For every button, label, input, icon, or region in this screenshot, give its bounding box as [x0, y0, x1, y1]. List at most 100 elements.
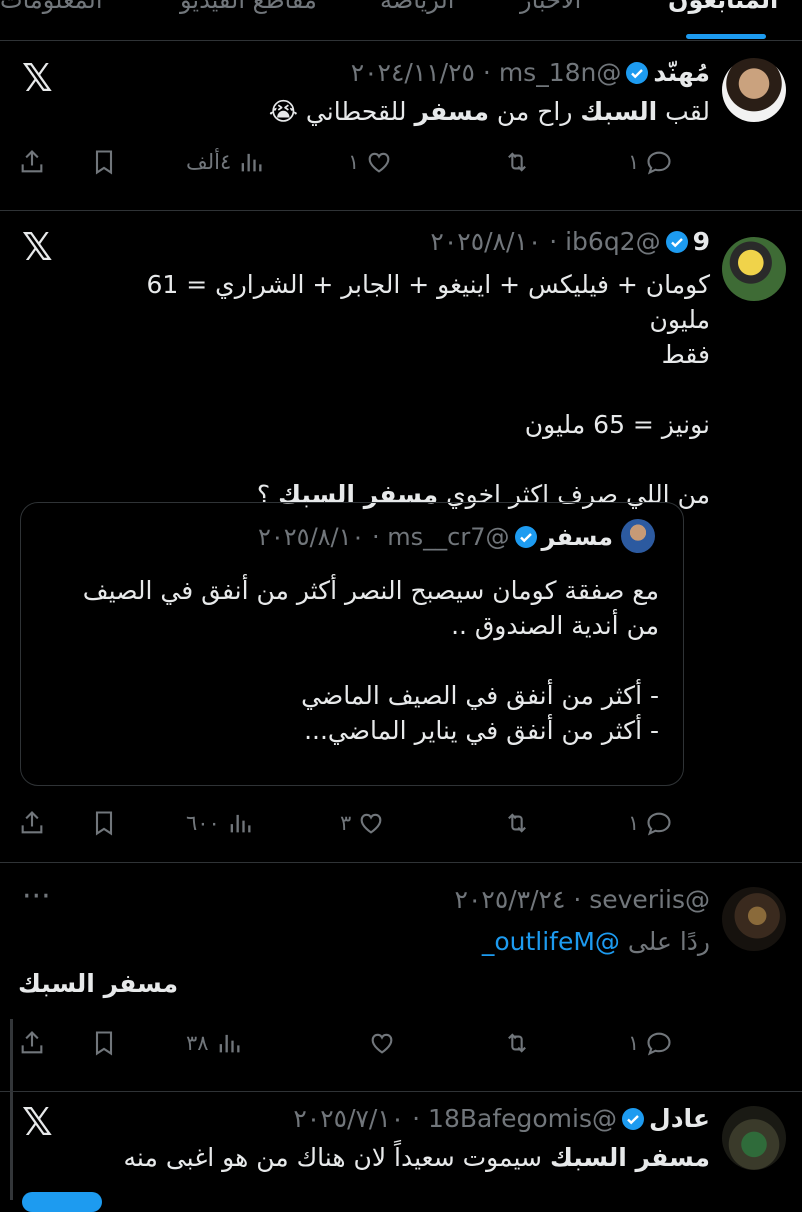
share-button[interactable]: [18, 142, 46, 182]
bookmark-icon: [95, 1031, 113, 1056]
tweet-3[interactable]: @severiis · ٢٠٢٥/٣/٢٤ ··· ردًا على @outl…: [0, 863, 802, 1092]
author-name[interactable]: عادل: [649, 1104, 710, 1133]
bookmark-button[interactable]: [90, 803, 118, 843]
share-button[interactable]: [18, 803, 46, 843]
repost-icon: [508, 1033, 526, 1053]
tweet-header: عادل@18Bafegomis · ٢٠٢٥/٧/١٠: [293, 1104, 710, 1133]
tweet-header: مُهنّد@ms_18n · ٢٠٢٤/١١/٢٥: [350, 58, 710, 87]
verified-badge-icon: [514, 526, 537, 548]
share-icon: [21, 811, 43, 834]
avatar[interactable]: [722, 1106, 786, 1170]
views-icon: [219, 1034, 240, 1053]
tab-sports[interactable]: الرياضة: [380, 0, 454, 14]
top-tabs: المتابعون الأخبار الرياضة مقاطع الفيديو …: [0, 0, 802, 41]
repost-icon: [508, 152, 526, 172]
verified-badge-icon: [665, 231, 688, 253]
quote-author-handle[interactable]: @ms__cr7: [387, 523, 509, 551]
share-icon: [21, 150, 43, 173]
views-button[interactable]: ٤ألف: [186, 142, 265, 182]
share-icon: [21, 1031, 43, 1054]
quote-line: - أكثر من أنفق في يناير الماضي...: [304, 716, 659, 745]
reply-button[interactable]: ١: [628, 803, 673, 843]
quote-header: مسفر@ms__cr7 · ٢٠٢٥/٨/١٠: [258, 519, 655, 553]
like-icon: [368, 152, 390, 173]
verified-badge-icon: [622, 1108, 644, 1130]
repost-button[interactable]: [503, 142, 531, 182]
tweet-1[interactable]: مُهنّد@ms_18n · ٢٠٢٤/١١/٢٥ 𝕏 لقب السبك ر…: [0, 42, 802, 211]
bookmark-icon: [95, 811, 113, 836]
tweet-line: نونيز = 65 مليون: [524, 410, 710, 439]
reply-label: ردًا على: [627, 927, 710, 956]
reply-context: ردًا على @outlifeM_: [482, 927, 710, 956]
tweet-text: كومان + فيليكس + اينيغو + الجابر + الشرا…: [90, 267, 710, 512]
x-logo-icon: 𝕏: [22, 1100, 53, 1144]
author-name[interactable]: 9: [693, 227, 710, 256]
avatar[interactable]: [722, 58, 786, 122]
tweet-date[interactable]: ٢٠٢٤/١١/٢٥: [351, 58, 475, 87]
quote-text: مع صفقة كومان سيصبح النصر أكثر من أنفق ف…: [39, 573, 659, 748]
quote-line: مع صفقة كومان سيصبح النصر أكثر من أنفق ف…: [82, 576, 659, 605]
quote-line: من أندية الصندوق ..: [451, 611, 659, 640]
tweet-actions: ١ ٣ ٦٠٠: [18, 803, 698, 843]
quote-line: - أكثر من أنفق في الصيف الماضي: [301, 681, 659, 710]
tweet-text: مسفر السبك: [18, 969, 179, 998]
x-logo-icon: 𝕏: [22, 56, 53, 100]
tab-news[interactable]: الأخبار: [520, 0, 581, 14]
repost-icon: [508, 813, 526, 833]
tweet-4[interactable]: عادل@18Bafegomis · ٢٠٢٥/٧/١٠ 𝕏 مسفر السب…: [0, 1092, 802, 1212]
repost-button[interactable]: [503, 1023, 531, 1063]
quoted-tweet[interactable]: مسفر@ms__cr7 · ٢٠٢٥/٨/١٠ مع صفقة كومان س…: [20, 502, 684, 786]
x-logo-icon: 𝕏: [22, 225, 53, 269]
tweet-actions: ١ ٣٨: [18, 1023, 698, 1063]
author-handle[interactable]: @18Bafegomis: [428, 1104, 617, 1133]
like-button[interactable]: ١: [348, 142, 393, 182]
bookmark-button[interactable]: [90, 1023, 118, 1063]
share-button[interactable]: [18, 1023, 46, 1063]
quote-avatar[interactable]: [621, 519, 655, 553]
more-icon[interactable]: ···: [22, 882, 51, 912]
views-icon: [230, 814, 251, 833]
tweet-header: 9@ib6q2 · ٢٠٢٥/٨/١٠: [430, 227, 710, 256]
bookmark-button[interactable]: [90, 142, 118, 182]
views-icon: [241, 153, 262, 172]
tweet-date[interactable]: ٢٠٢٥/٣/٢٤: [455, 885, 566, 914]
like-button[interactable]: ٣: [340, 803, 385, 843]
like-button[interactable]: [368, 1023, 396, 1063]
thread-line: [10, 1019, 13, 1091]
bookmark-icon: [95, 150, 113, 175]
verified-badge-icon: [626, 62, 649, 84]
repost-button[interactable]: [503, 803, 531, 843]
tab-for-you[interactable]: المتابعون: [668, 0, 778, 14]
author-handle[interactable]: @ms_18n: [499, 58, 622, 87]
thread-line: [10, 1092, 13, 1200]
like-icon: [371, 1033, 393, 1054]
author-handle[interactable]: @ib6q2: [565, 227, 661, 256]
tweet-date[interactable]: ٢٠٢٥/٨/١٠: [430, 227, 541, 256]
author-handle[interactable]: @severiis: [589, 885, 710, 914]
tab-videos[interactable]: مقاطع الفيديو: [180, 0, 317, 14]
tweet-text: لقب السبك راح من مسفر للقحطاني 😭: [268, 97, 710, 126]
reply-icon: [647, 151, 671, 175]
like-icon: [360, 813, 382, 834]
reply-icon: [647, 1032, 671, 1056]
quote-author-name[interactable]: مسفر: [542, 523, 613, 551]
quote-date[interactable]: ٢٠٢٥/٨/١٠: [258, 523, 364, 551]
reply-button[interactable]: ١: [628, 142, 673, 182]
reply-to-handle[interactable]: @outlifeM_: [482, 927, 620, 956]
active-tab-indicator: [686, 34, 766, 39]
reply-button[interactable]: ١: [628, 1023, 673, 1063]
tweet-text: مسفر السبك سيموت سعيداً لان هناك من هو ا…: [123, 1143, 710, 1172]
tweet-line: فقط: [661, 340, 710, 369]
tweet-2[interactable]: 9@ib6q2 · ٢٠٢٥/٨/١٠ 𝕏 كومان + فيليكس + ا…: [0, 211, 802, 863]
tweet-line: كومان + فيليكس + اينيغو + الجابر + الشرا…: [146, 270, 710, 334]
views-button[interactable]: ٣٨: [186, 1023, 243, 1063]
author-name[interactable]: مُهنّد: [653, 58, 710, 87]
blue-bubble: [22, 1192, 102, 1212]
views-button[interactable]: ٦٠٠: [186, 803, 254, 843]
tweet-header: @severiis · ٢٠٢٥/٣/٢٤: [454, 885, 710, 914]
tweet-date[interactable]: ٢٠٢٥/٧/١٠: [293, 1104, 404, 1133]
avatar[interactable]: [722, 887, 786, 951]
tab-info[interactable]: المعلومات: [0, 0, 103, 14]
avatar[interactable]: [722, 237, 786, 301]
tweet-actions: ١ ١ ٤ألف: [18, 142, 698, 182]
